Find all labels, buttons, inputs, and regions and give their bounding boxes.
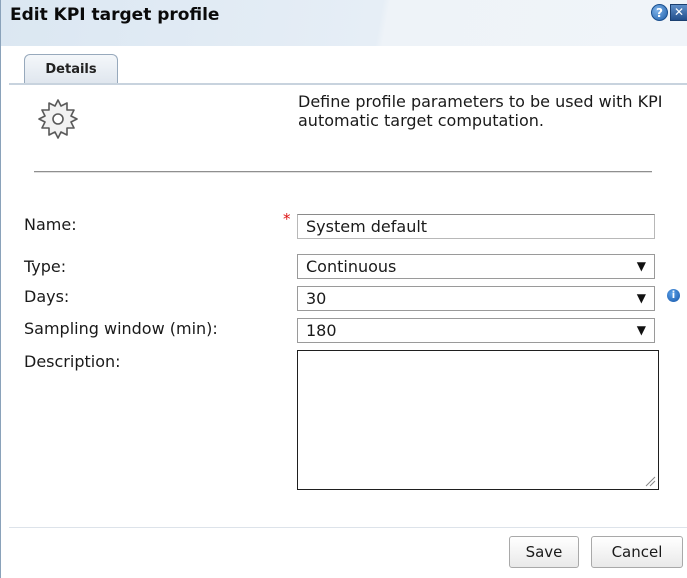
tab-details[interactable]: Details bbox=[24, 54, 118, 84]
dialog-title: Edit KPI target profile bbox=[10, 5, 220, 25]
required-marker: * bbox=[283, 210, 291, 228]
type-select-value: Continuous bbox=[306, 257, 397, 276]
help-icon[interactable]: ? bbox=[651, 4, 668, 21]
chevron-down-icon: ▼ bbox=[636, 291, 646, 305]
type-label: Type: bbox=[24, 257, 67, 276]
description-textarea[interactable] bbox=[297, 350, 659, 490]
name-label: Name: bbox=[24, 215, 77, 234]
description-label: Description: bbox=[24, 352, 121, 371]
tab-strip bbox=[9, 83, 687, 85]
close-icon[interactable]: ✕ bbox=[670, 4, 687, 21]
sampling-label: Sampling window (min): bbox=[24, 319, 218, 338]
edit-kpi-dialog: Edit KPI target profile ? ✕ Details Defi… bbox=[0, 0, 687, 578]
info-icon[interactable]: i bbox=[667, 289, 680, 302]
days-select-value: 30 bbox=[306, 289, 327, 308]
gear-icon bbox=[38, 99, 78, 139]
chevron-down-icon: ▼ bbox=[636, 259, 646, 273]
sampling-window-select[interactable]: 180 ▼ bbox=[297, 318, 655, 343]
days-label: Days: bbox=[24, 287, 70, 306]
name-input[interactable] bbox=[297, 214, 655, 239]
chevron-down-icon: ▼ bbox=[636, 323, 646, 337]
cancel-button[interactable]: Cancel bbox=[591, 536, 683, 568]
days-select[interactable]: 30 ▼ bbox=[297, 286, 655, 311]
resize-grip-icon[interactable] bbox=[644, 475, 656, 487]
section-divider bbox=[34, 171, 652, 173]
type-select[interactable]: Continuous ▼ bbox=[297, 254, 655, 279]
dialog-title-bar[interactable]: Edit KPI target profile ? ✕ bbox=[1, 0, 687, 46]
save-button[interactable]: Save bbox=[509, 536, 579, 568]
intro-text: Define profile parameters to be used wit… bbox=[298, 92, 663, 130]
footer-divider bbox=[9, 527, 687, 528]
sampling-select-value: 180 bbox=[306, 321, 337, 340]
